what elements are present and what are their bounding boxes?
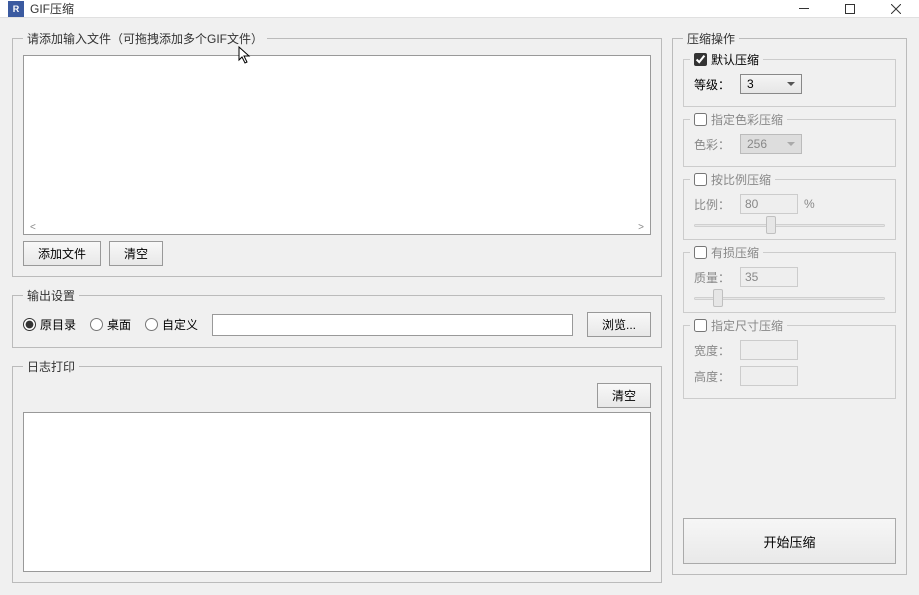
log-output[interactable] <box>23 412 651 572</box>
color-label: 色彩： <box>694 136 734 153</box>
width-label: 宽度： <box>694 342 734 359</box>
titlebar: R GIF压缩 <box>0 0 919 18</box>
window-controls <box>781 0 919 17</box>
compress-ops-group: 压缩操作 默认压缩 等级： 3 指定色彩压缩 <box>672 30 907 575</box>
radio-custom[interactable]: 自定义 <box>145 316 198 333</box>
lossy-compress-checkbox[interactable] <box>694 246 707 259</box>
height-input[interactable] <box>740 366 798 386</box>
compress-ops-legend: 压缩操作 <box>683 30 739 47</box>
color-compress-checkbox[interactable] <box>694 113 707 126</box>
ratio-input[interactable] <box>740 194 798 214</box>
close-button[interactable] <box>873 0 919 17</box>
radio-original-dir-input[interactable] <box>23 318 36 331</box>
clear-files-button[interactable]: 清空 <box>109 241 163 266</box>
size-compress-checkbox[interactable] <box>694 319 707 332</box>
radio-desktop-label: 桌面 <box>107 316 131 333</box>
height-label: 高度： <box>694 368 734 385</box>
radio-custom-input[interactable] <box>145 318 158 331</box>
default-compress-checkbox[interactable] <box>694 53 707 66</box>
maximize-icon <box>845 4 855 14</box>
log-group: 日志打印 清空 <box>12 358 662 583</box>
minimize-icon <box>799 8 809 9</box>
default-compress-group: 默认压缩 等级： 3 <box>683 59 896 107</box>
color-compress-title: 指定色彩压缩 <box>711 111 783 128</box>
ratio-slider[interactable] <box>694 224 885 227</box>
ratio-label: 比例： <box>694 196 734 213</box>
radio-desktop[interactable]: 桌面 <box>90 316 131 333</box>
quality-input[interactable] <box>740 267 798 287</box>
minimize-button[interactable] <box>781 0 827 17</box>
main-body: 请添加输入文件（可拖拽添加多个GIF文件） < > 添加文件 清空 输出设置 <box>0 18 919 595</box>
radio-original-dir[interactable]: 原目录 <box>23 316 76 333</box>
input-files-group: 请添加输入文件（可拖拽添加多个GIF文件） < > 添加文件 清空 <box>12 30 662 277</box>
lossy-compress-title: 有损压缩 <box>711 244 759 261</box>
radio-desktop-input[interactable] <box>90 318 103 331</box>
add-file-button[interactable]: 添加文件 <box>23 241 101 266</box>
maximize-button[interactable] <box>827 0 873 17</box>
ratio-compress-checkbox[interactable] <box>694 173 707 186</box>
left-column: 请添加输入文件（可拖拽添加多个GIF文件） < > 添加文件 清空 输出设置 <box>12 30 662 583</box>
radio-custom-label: 自定义 <box>162 316 198 333</box>
file-list[interactable]: < > <box>23 55 651 235</box>
width-input[interactable] <box>740 340 798 360</box>
browse-button[interactable]: 浏览... <box>587 312 651 337</box>
clear-log-button[interactable]: 清空 <box>597 383 651 408</box>
window-title: GIF压缩 <box>30 0 781 17</box>
scroll-right-icon: > <box>638 222 644 233</box>
radio-original-label: 原目录 <box>40 316 76 333</box>
scrollbar: < > <box>30 222 644 233</box>
quality-label: 质量： <box>694 269 734 286</box>
color-select[interactable]: 256 <box>740 134 802 154</box>
level-label: 等级： <box>694 76 734 93</box>
app-icon: R <box>8 1 24 17</box>
quality-slider[interactable] <box>694 297 885 300</box>
input-files-legend: 请添加输入文件（可拖拽添加多个GIF文件） <box>23 30 267 47</box>
size-compress-title: 指定尺寸压缩 <box>711 317 783 334</box>
lossy-compress-group: 有损压缩 质量： <box>683 252 896 313</box>
color-compress-group: 指定色彩压缩 色彩： 256 <box>683 119 896 167</box>
default-compress-title: 默认压缩 <box>711 51 759 68</box>
ratio-compress-title: 按比例压缩 <box>711 171 771 188</box>
scroll-left-icon: < <box>30 222 36 233</box>
output-settings-legend: 输出设置 <box>23 287 79 304</box>
output-settings-group: 输出设置 原目录 桌面 自定义 浏览... <box>12 287 662 348</box>
size-compress-group: 指定尺寸压缩 宽度： 高度： <box>683 325 896 399</box>
start-compress-button[interactable]: 开始压缩 <box>683 518 896 564</box>
right-column: 压缩操作 默认压缩 等级： 3 指定色彩压缩 <box>672 30 907 583</box>
custom-path-input[interactable] <box>212 314 573 336</box>
log-legend: 日志打印 <box>23 358 79 375</box>
ratio-unit: % <box>804 197 815 211</box>
close-icon <box>891 4 901 14</box>
level-select[interactable]: 3 <box>740 74 802 94</box>
ratio-compress-group: 按比例压缩 比例： % <box>683 179 896 240</box>
app-window: R GIF压缩 请添加输入文件（可拖拽添加多个GIF文件） < > <box>0 0 919 595</box>
